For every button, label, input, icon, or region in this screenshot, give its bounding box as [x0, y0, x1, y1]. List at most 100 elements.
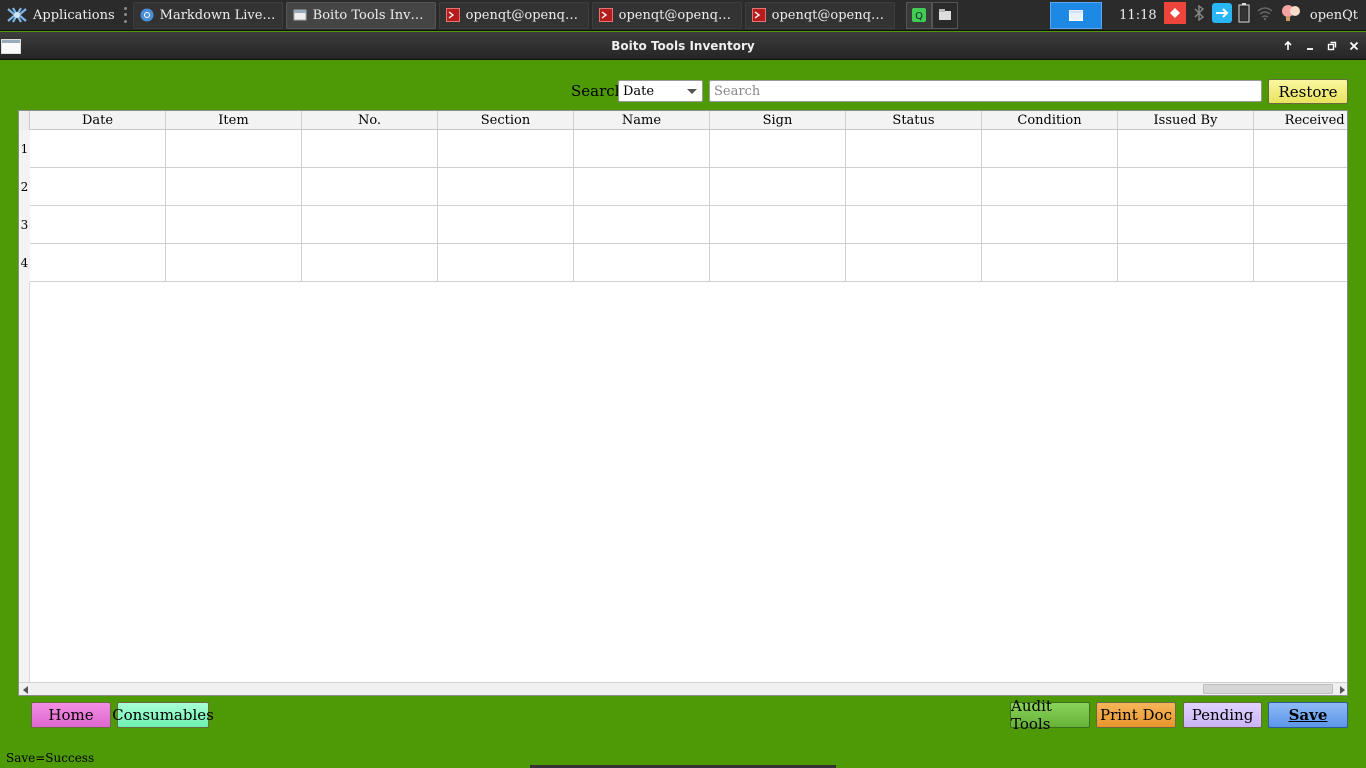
table-cell[interactable] [302, 206, 438, 243]
close-icon[interactable] [1346, 38, 1362, 54]
task-markdown-live-preview[interactable]: Markdown Live Pr… [132, 1, 283, 29]
table-cell[interactable] [710, 130, 846, 167]
search-input[interactable] [709, 80, 1262, 102]
task-terminal-3[interactable]: openqt@openqt: ~/… [744, 1, 895, 29]
anydesk-icon[interactable] [1163, 2, 1186, 28]
table-cell[interactable] [710, 244, 846, 281]
keep-above-icon[interactable] [1280, 38, 1296, 54]
table-cell[interactable] [438, 244, 574, 281]
qt-creator-launcher-icon[interactable]: Q [905, 1, 932, 29]
column-header-date[interactable]: Date [30, 111, 166, 129]
wifi-icon[interactable] [1256, 5, 1274, 25]
table-cell[interactable] [302, 244, 438, 281]
table-cell[interactable] [166, 244, 302, 281]
show-desktop-button[interactable] [1049, 1, 1102, 29]
save-button[interactable]: Save [1268, 702, 1348, 728]
consumables-button[interactable]: Consumables [112, 702, 214, 728]
table-cell[interactable] [982, 130, 1118, 167]
column-header-name[interactable]: Name [574, 111, 710, 129]
table-cell[interactable] [574, 130, 710, 167]
column-header-no[interactable]: No. [302, 111, 438, 129]
transfer-icon[interactable] [1211, 3, 1232, 27]
table-cell[interactable] [1254, 130, 1347, 167]
table-cell[interactable] [438, 168, 574, 205]
table-cell[interactable] [574, 168, 710, 205]
row-number[interactable]: 3 [19, 206, 30, 244]
battery-icon[interactable] [1238, 3, 1250, 27]
notification-bulb-icon[interactable] [1280, 3, 1302, 27]
table-cell[interactable] [1118, 206, 1254, 243]
user-menu[interactable]: openQt [1310, 8, 1358, 23]
table-cell[interactable] [1254, 244, 1347, 281]
table-cell[interactable] [846, 130, 982, 167]
table-cell[interactable] [574, 206, 710, 243]
table-cell[interactable] [1254, 206, 1347, 243]
column-header-sign[interactable]: Sign [710, 111, 846, 129]
column-header-condition[interactable]: Condition [982, 111, 1118, 129]
table-cell[interactable] [302, 168, 438, 205]
scroll-right-icon[interactable] [1340, 686, 1345, 694]
horizontal-scrollbar[interactable] [19, 682, 1347, 695]
table-cell[interactable] [846, 206, 982, 243]
table-row[interactable]: 4 [19, 244, 1347, 282]
table-row[interactable]: 1 [19, 130, 1347, 168]
task-terminal-2[interactable]: openqt@openqt: ~ [591, 1, 742, 29]
table-cell[interactable] [30, 168, 166, 205]
print-doc-button[interactable]: Print Doc [1096, 702, 1176, 728]
table-cell[interactable] [982, 244, 1118, 281]
window-icon [293, 8, 307, 22]
applications-menu[interactable]: Applications [0, 0, 123, 31]
scroll-left-icon[interactable] [23, 686, 28, 694]
table-cell[interactable] [846, 244, 982, 281]
column-header-status[interactable]: Status [846, 111, 982, 129]
table-cell[interactable] [166, 168, 302, 205]
table-cell[interactable] [1118, 168, 1254, 205]
search-field-value: Date [623, 84, 655, 99]
clock[interactable]: 11:18 [1112, 8, 1164, 23]
table-cell[interactable] [846, 168, 982, 205]
table-cell[interactable] [166, 130, 302, 167]
home-button[interactable]: Home [31, 702, 111, 728]
task-boito-tools-inventory[interactable]: Boito Tools Inventory [285, 1, 436, 29]
table-corner-button[interactable] [19, 111, 30, 130]
row-number[interactable]: 1 [19, 130, 30, 168]
table-cell[interactable] [1118, 130, 1254, 167]
table-cell[interactable] [166, 206, 302, 243]
audit-tools-button[interactable]: Audit Tools [1010, 697, 1090, 733]
table-cell[interactable] [574, 244, 710, 281]
taskbar: Applications Markdown Live Pr… Boito Too… [0, 0, 1366, 31]
restore-button[interactable]: Restore [1268, 79, 1348, 104]
table-cell[interactable] [982, 206, 1118, 243]
table-cell[interactable] [30, 244, 166, 281]
minimize-icon[interactable] [1302, 38, 1318, 54]
table-cell[interactable] [438, 206, 574, 243]
table-cell[interactable] [710, 206, 846, 243]
scrollbar-thumb[interactable] [1203, 684, 1333, 694]
task-terminal-1[interactable]: openqt@openqt: ~/… [438, 1, 589, 29]
panel-separator[interactable] [123, 5, 129, 25]
row-number[interactable]: 4 [19, 244, 30, 282]
bluetooth-icon[interactable] [1192, 4, 1206, 26]
desktop-icon [1068, 9, 1083, 21]
table-row[interactable]: 3 [19, 206, 1347, 244]
row-number[interactable]: 2 [19, 168, 30, 206]
table-row[interactable]: 2 [19, 168, 1347, 206]
maximize-icon[interactable] [1324, 38, 1340, 54]
column-header-issued-by[interactable]: Issued By [1118, 111, 1254, 129]
table-cell[interactable] [302, 130, 438, 167]
table-cell[interactable] [710, 168, 846, 205]
column-header-item[interactable]: Item [166, 111, 302, 129]
file-manager-launcher-icon[interactable] [931, 1, 958, 29]
table-cell[interactable] [30, 206, 166, 243]
inventory-table: Date Item No. Section Name Sign Status C… [18, 110, 1348, 696]
search-field-select[interactable]: Date [618, 80, 703, 102]
table-cell[interactable] [1118, 244, 1254, 281]
table-cell[interactable] [30, 130, 166, 167]
table-cell[interactable] [1254, 168, 1347, 205]
table-cell[interactable] [438, 130, 574, 167]
window-titlebar[interactable]: Boito Tools Inventory [0, 32, 1366, 60]
pending-button[interactable]: Pending [1183, 702, 1262, 728]
column-header-section[interactable]: Section [438, 111, 574, 129]
table-cell[interactable] [982, 168, 1118, 205]
column-header-received-by[interactable]: Received B [1254, 111, 1347, 129]
